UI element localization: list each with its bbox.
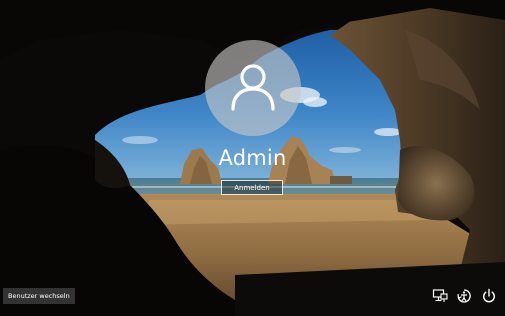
power-icon[interactable] (481, 288, 497, 304)
user-icon (227, 60, 279, 116)
ease-of-access-icon[interactable] (456, 288, 472, 304)
switch-user-button[interactable]: Benutzer wechseln (3, 288, 75, 304)
network-icon[interactable] (432, 288, 448, 304)
lock-screen: Admin Anmelden Benutzer wechseln (0, 0, 505, 316)
sign-in-button[interactable]: Anmelden (221, 180, 283, 195)
user-avatar (205, 40, 301, 136)
username-label: Admin (218, 146, 287, 170)
